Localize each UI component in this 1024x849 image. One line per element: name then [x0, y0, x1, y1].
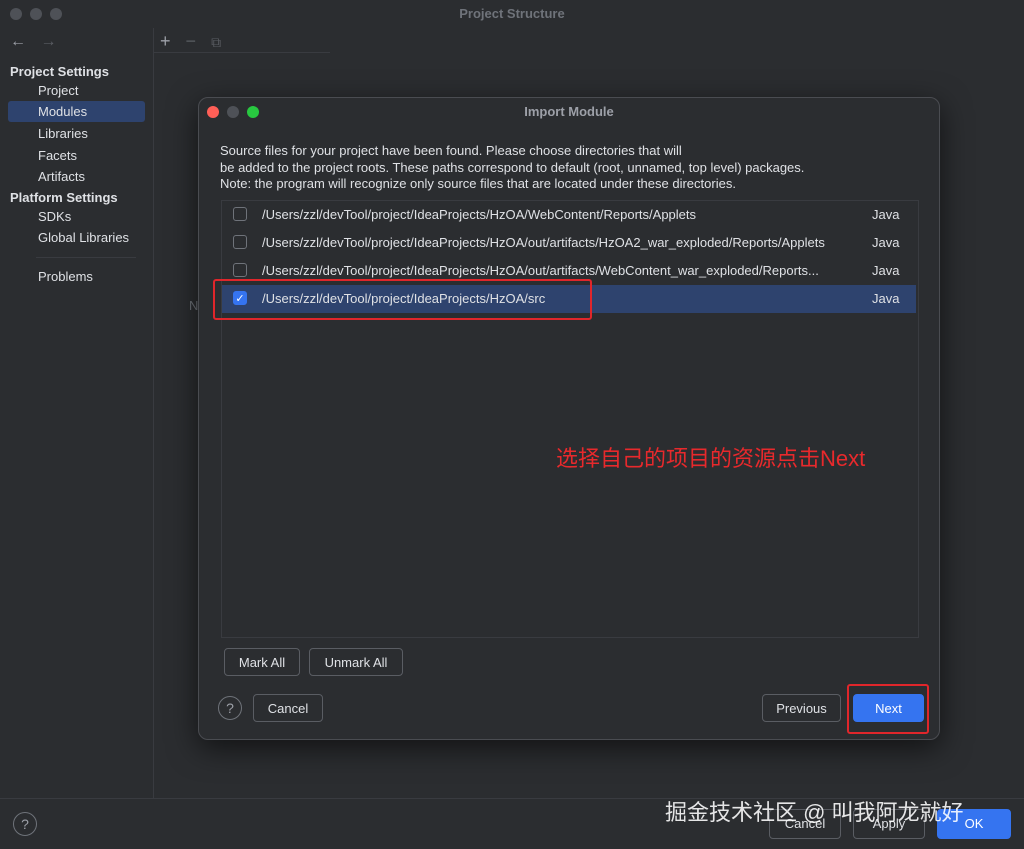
annotation-highlight-next-button: [847, 684, 929, 734]
row-path: /Users/zzl/devTool/project/IdeaProjects/…: [262, 235, 825, 250]
row-checkbox[interactable]: [233, 207, 247, 221]
sidebar-item-sdks[interactable]: SDKs: [8, 206, 145, 227]
row-language: Java: [872, 207, 900, 222]
dialog-title: Import Module: [524, 104, 614, 119]
sidebar-item-artifacts[interactable]: Artifacts: [8, 166, 145, 187]
project-settings-header: Project Settings: [10, 64, 109, 79]
row-language: Java: [872, 291, 900, 306]
description-line: Source files for your project have been …: [220, 143, 682, 158]
description-line: be added to the project roots. These pat…: [220, 159, 805, 175]
window-titlebar: Project Structure: [0, 0, 1024, 28]
source-roots-list[interactable]: /Users/zzl/devTool/project/IdeaProjects/…: [221, 200, 919, 638]
add-icon[interactable]: +: [160, 31, 171, 51]
modules-toolbar: + − ⧉: [160, 31, 231, 52]
sidebar-item-global-libraries[interactable]: Global Libraries: [8, 227, 145, 248]
sidebar-item-project[interactable]: Project: [8, 80, 145, 101]
help-icon[interactable]: ?: [13, 812, 37, 836]
dialog-description: Source files for your project have been …: [220, 143, 920, 193]
annotation-highlight-src-row: [213, 279, 592, 320]
import-module-dialog: Import Module Source files for your proj…: [198, 97, 940, 740]
remove-icon[interactable]: −: [186, 31, 197, 51]
navigation-arrows: ← →: [10, 33, 66, 51]
forward-arrow-icon[interactable]: →: [40, 33, 56, 50]
list-item[interactable]: /Users/zzl/devTool/project/IdeaProjects/…: [222, 229, 916, 257]
description-line: Note: the program will recognize only so…: [220, 176, 736, 191]
sidebar-divider: [36, 257, 136, 258]
annotation-text: 选择自己的项目的资源点击Next: [556, 446, 866, 471]
copy-icon[interactable]: ⧉: [211, 34, 221, 50]
platform-settings-header: Platform Settings: [10, 190, 118, 205]
sidebar-item-facets[interactable]: Facets: [8, 145, 145, 166]
previous-button[interactable]: Previous: [762, 694, 841, 722]
back-arrow-icon[interactable]: ←: [10, 33, 26, 50]
dialog-cancel-button[interactable]: Cancel: [253, 694, 323, 722]
window-title: Project Structure: [459, 6, 565, 21]
sidebar-item-problems[interactable]: Problems: [8, 266, 145, 287]
row-path: /Users/zzl/devTool/project/IdeaProjects/…: [262, 263, 819, 278]
watermark: 掘金技术社区 @ 叫我阿龙就好: [665, 800, 964, 825]
row-language: Java: [872, 263, 900, 278]
list-item[interactable]: /Users/zzl/devTool/project/IdeaProjects/…: [222, 201, 916, 229]
row-language: Java: [872, 235, 900, 250]
toolbar-divider: [154, 52, 330, 53]
row-checkbox[interactable]: [233, 263, 247, 277]
row-checkbox[interactable]: [233, 235, 247, 249]
dialog-help-icon[interactable]: ?: [218, 696, 242, 720]
unmark-all-button[interactable]: Unmark All: [309, 648, 403, 676]
row-path: /Users/zzl/devTool/project/IdeaProjects/…: [262, 207, 697, 222]
sidebar-item-modules[interactable]: Modules: [8, 101, 145, 122]
modules-empty-text: N: [189, 298, 199, 313]
sidebar-item-libraries[interactable]: Libraries: [8, 123, 145, 144]
mark-all-button[interactable]: Mark All: [224, 648, 300, 676]
